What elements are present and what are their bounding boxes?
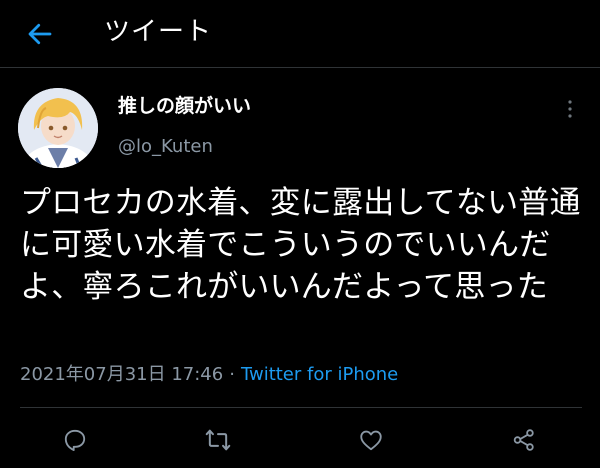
- reply-button[interactable]: [59, 424, 91, 456]
- share-button[interactable]: [508, 424, 540, 456]
- like-button[interactable]: [355, 424, 387, 456]
- reply-icon: [64, 429, 86, 451]
- retweet-icon: [205, 429, 231, 451]
- more-vertical-icon: [568, 100, 572, 118]
- divider: [20, 407, 582, 408]
- retweet-button[interactable]: [202, 424, 234, 456]
- top-bar: ツイート: [0, 0, 600, 68]
- username[interactable]: @lo_Kuten: [118, 134, 213, 160]
- back-button[interactable]: [22, 16, 58, 52]
- arrow-left-icon: [28, 23, 52, 45]
- more-options-button[interactable]: [560, 98, 580, 120]
- page-title: ツイート: [104, 17, 213, 47]
- tweet-text: プロセカの水着、変に露出してない普通に可愛い水着でこういうのでいいんだよ、寧ろこ…: [20, 185, 581, 305]
- avatar[interactable]: [18, 88, 98, 168]
- display-name[interactable]: 推しの顔がいい: [118, 93, 251, 119]
- tweet-meta: 2021年07月31日 17:46 · Twitter for iPhone: [20, 362, 398, 388]
- heart-icon: [360, 430, 382, 451]
- share-icon: [513, 429, 534, 451]
- meta-separator: ·: [229, 364, 235, 385]
- tweet-source-link[interactable]: Twitter for iPhone: [241, 364, 398, 385]
- tweet-timestamp[interactable]: 2021年07月31日 17:46: [20, 364, 223, 385]
